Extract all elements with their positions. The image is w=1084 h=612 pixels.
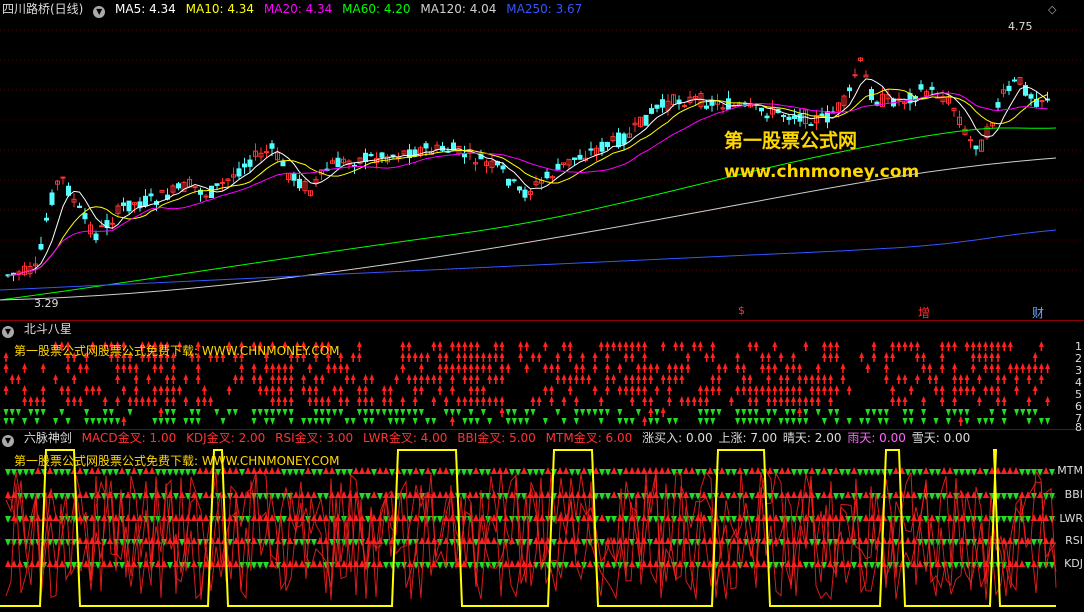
ma20-label: MA20: 4.34 bbox=[263, 2, 333, 16]
beidou-promo: 第一股票公式网股票公式免费下载: WWW.CHNMONEY.COM bbox=[14, 344, 340, 358]
high-price-label: 4.75 bbox=[1008, 20, 1033, 33]
ind-qingtian: 晴天: 2.00 bbox=[782, 431, 842, 445]
beidou-title: 北斗八星 bbox=[23, 322, 72, 336]
row-label-rsi: RSI bbox=[1065, 534, 1083, 547]
beidou-header: ▼ 北斗八星 bbox=[2, 322, 78, 338]
stock-title: 四川路桥(日线) bbox=[2, 2, 84, 16]
liumai-panel[interactable]: ▼ 六脉神剑 MACD金叉: 1.00 KDJ金叉: 2.00 RSI金叉: 3… bbox=[0, 429, 1084, 612]
ind-rsi: RSI金叉: 3.00 bbox=[275, 431, 354, 445]
low-price-label: 3.29 bbox=[34, 297, 59, 310]
ma5-label: MA5: 4.34 bbox=[115, 2, 176, 16]
watermark-url: www.chnmoney.com bbox=[724, 162, 920, 182]
ma60-label: MA60: 4.20 bbox=[342, 2, 411, 16]
ma10-label: MA10: 4.34 bbox=[185, 2, 255, 16]
liumai-header: ▼ 六脉神剑 MACD金叉: 1.00 KDJ金叉: 2.00 RSI金叉: 3… bbox=[2, 431, 976, 447]
kline-chart[interactable] bbox=[0, 0, 1084, 319]
liumai-title: 六脉神剑 bbox=[23, 431, 72, 445]
liumai-promo: 第一股票公式网股票公式免费下载: WWW.CHNMONEY.COM bbox=[14, 454, 340, 468]
ind-shangzhang: 上涨: 7.00 bbox=[718, 431, 778, 445]
row-label-8: 8 bbox=[1075, 421, 1082, 434]
event-marker-dollar[interactable]: $ bbox=[738, 304, 745, 317]
collapse-icon[interactable]: ▼ bbox=[2, 435, 14, 447]
ind-kdj: KDJ金叉: 2.00 bbox=[186, 431, 266, 445]
watermark-cn: 第一股票公式网 bbox=[724, 130, 858, 152]
kline-panel[interactable]: 四川路桥(日线) ▼ MA5: 4.34 MA10: 4.34 MA20: 4.… bbox=[0, 0, 1084, 321]
beidou-chart[interactable] bbox=[0, 321, 1084, 429]
ind-bbi: BBI金叉: 5.00 bbox=[457, 431, 536, 445]
ma250-label: MA250: 3.67 bbox=[506, 2, 583, 16]
event-marker-zeng[interactable]: 增 bbox=[918, 304, 930, 321]
diamond-icon[interactable]: ◇ bbox=[1048, 3, 1056, 16]
row-label-kdj: KDJ bbox=[1064, 557, 1083, 570]
event-marker-cai[interactable]: 财 bbox=[1032, 304, 1044, 321]
collapse-icon[interactable]: ▼ bbox=[2, 326, 14, 338]
ind-xuetian: 雪天: 0.00 bbox=[911, 431, 971, 445]
ind-mtm: MTM金叉: 6.00 bbox=[545, 431, 633, 445]
kline-header: 四川路桥(日线) ▼ MA5: 4.34 MA10: 4.34 MA20: 4.… bbox=[2, 2, 588, 18]
ind-zhangmairu: 涨买入: 0.00 bbox=[642, 431, 713, 445]
row-label-lwr: LWR bbox=[1059, 512, 1083, 525]
collapse-icon[interactable]: ▼ bbox=[93, 6, 106, 18]
ma120-label: MA120: 4.04 bbox=[420, 2, 497, 16]
row-label-mtm: MTM bbox=[1057, 464, 1083, 477]
ind-yutian: 雨天: 0.00 bbox=[847, 431, 906, 445]
ind-macd: MACD金叉: 1.00 bbox=[81, 431, 177, 445]
row-label-bbi: BBI bbox=[1064, 488, 1083, 501]
ind-lwr: LWR金叉: 4.00 bbox=[363, 431, 448, 445]
beidou-panel[interactable]: ▼ 北斗八星 第一股票公式网股票公式免费下载: WWW.CHNMONEY.COM… bbox=[0, 320, 1084, 434]
